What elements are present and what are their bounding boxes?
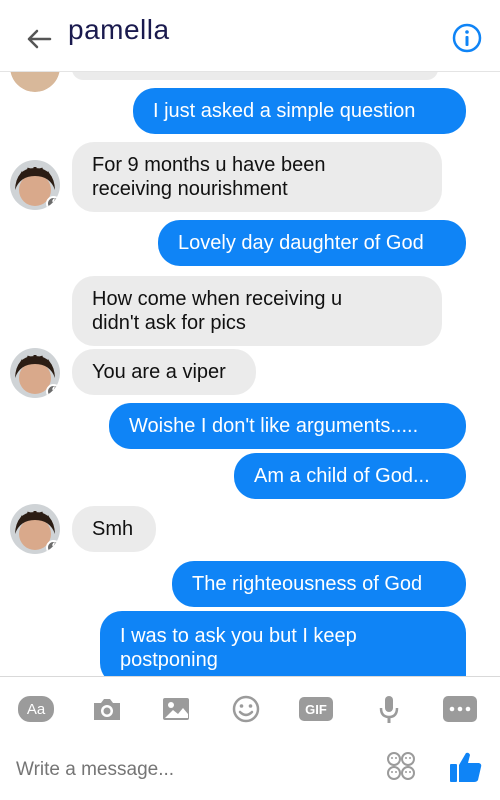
incoming-message[interactable]: For 9 months u have been receiving nouri… [72, 142, 442, 212]
stickers-icon[interactable] [386, 751, 416, 781]
outgoing-message[interactable]: Lovely day daughter of God [158, 220, 466, 266]
message-text: Woishe I don't like arguments..... [129, 415, 419, 437]
more-dots-icon [449, 706, 471, 712]
outgoing-message[interactable]: Woishe I don't like arguments..... [109, 403, 466, 449]
gif-icon[interactable]: GIF [299, 697, 333, 721]
conversation-header: pamella [0, 0, 500, 72]
message-text: I just asked a simple question [153, 100, 416, 122]
message-input[interactable] [16, 754, 336, 786]
outgoing-message[interactable]: I just asked a simple question [133, 88, 466, 134]
messenger-badge-icon: f [46, 384, 60, 398]
message-line: receiving nourishment [92, 178, 288, 200]
message-line: postponing [120, 649, 218, 671]
incoming-message[interactable]: Smh [72, 506, 156, 552]
message-text: Smh [92, 518, 134, 540]
camera-icon[interactable] [90, 693, 124, 725]
incoming-message[interactable]: How come when receiving u didn't ask for… [72, 276, 442, 346]
more-icon[interactable] [443, 696, 477, 722]
text-format-label: Aa [26, 700, 46, 718]
message-line: didn't ask for pics [92, 312, 246, 334]
message-text: The righteousness of God [192, 573, 423, 595]
emoji-icon[interactable] [229, 693, 263, 725]
outgoing-message[interactable]: Am a child of God... [234, 453, 466, 499]
outgoing-message[interactable]: The righteousness of God [172, 561, 466, 607]
microphone-icon[interactable] [372, 693, 406, 725]
outgoing-message[interactable]: I was to ask you but I keep postponing [100, 611, 466, 676]
gif-label: GIF [305, 701, 327, 717]
message-text: You are a viper [92, 361, 226, 383]
message-line: For 9 months u have been [92, 154, 326, 176]
gallery-icon[interactable] [159, 693, 193, 725]
composer-toolbar: Aa GIF [0, 676, 500, 740]
message-text: Am a child of God... [254, 465, 430, 487]
messenger-badge-icon: f [46, 196, 60, 210]
incoming-message[interactable]: You are a viper [72, 349, 256, 395]
partial-message-bubble [72, 72, 438, 80]
message-line: How come when receiving u [92, 288, 343, 310]
messenger-badge-icon: f [46, 540, 60, 554]
contact-avatar [10, 72, 60, 92]
contact-avatar: f [10, 504, 60, 554]
thumbs-up-icon[interactable] [448, 749, 484, 785]
info-icon[interactable] [452, 23, 482, 53]
message-composer [0, 740, 500, 800]
contact-name[interactable]: pamella [68, 14, 170, 46]
message-thread[interactable]: I just asked a simple question f For 9 m… [0, 72, 500, 676]
message-line: I was to ask you but I keep [120, 625, 357, 647]
back-arrow-icon[interactable] [22, 22, 56, 56]
message-text: Lovely day daughter of God [178, 232, 424, 254]
contact-avatar: f [10, 160, 60, 210]
text-format-icon[interactable]: Aa [18, 696, 54, 722]
contact-avatar: f [10, 348, 60, 398]
